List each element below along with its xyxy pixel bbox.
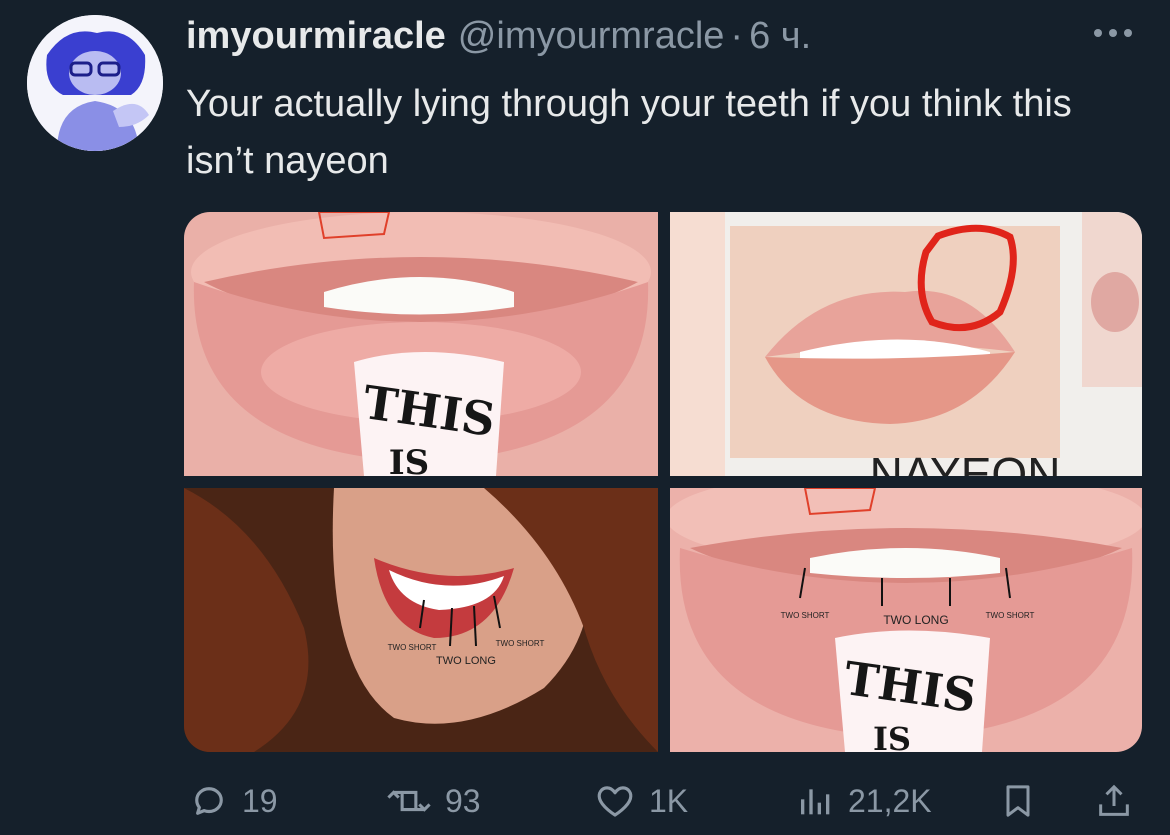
- separator-dot: ·: [730, 15, 744, 57]
- tweet-header: imyourmiracle @imyourmracle · 6 ч.: [186, 14, 811, 58]
- retweet-icon: [385, 780, 433, 822]
- label-two-long: TWO LONG: [436, 655, 496, 667]
- reply-button[interactable]: 19: [188, 780, 278, 822]
- display-name[interactable]: imyourmiracle: [186, 14, 446, 58]
- retweet-count: 93: [445, 782, 481, 819]
- views-chart-icon: [796, 780, 836, 822]
- views-count: 21,2K: [848, 782, 932, 819]
- bookmark-button[interactable]: [998, 780, 1038, 822]
- smiling-face-labeled-bottom-left[interactable]: TWO SHORT TWO LONG TWO SHORT: [184, 488, 658, 752]
- views-button[interactable]: 21,2K: [796, 780, 932, 822]
- reply-icon: [188, 780, 230, 822]
- avatar-image: [27, 15, 163, 151]
- lips-labeled-this-is-bottom-right[interactable]: TWO SHORT TWO LONG TWO SHORT THIS IS: [670, 488, 1142, 752]
- sign-word-is: IS: [389, 443, 429, 476]
- lips-circled-nayeon-top-right[interactable]: NAYEON: [670, 212, 1142, 476]
- like-button[interactable]: 1K: [593, 780, 688, 822]
- share-button[interactable]: [1094, 780, 1134, 822]
- reply-count: 19: [242, 782, 278, 819]
- caption-nayeon: NAYEON: [870, 448, 1061, 476]
- share-icon: [1094, 780, 1134, 822]
- user-handle[interactable]: @imyourmracle: [458, 14, 725, 58]
- bookmark-icon: [998, 780, 1038, 822]
- label-two-short-left: TWO SHORT: [781, 611, 830, 620]
- retweet-button[interactable]: 93: [385, 780, 481, 822]
- sign-word-is: IS: [873, 720, 911, 752]
- label-two-short-left: TWO SHORT: [388, 643, 437, 652]
- more-horizontal-icon[interactable]: [1088, 18, 1138, 48]
- timestamp[interactable]: 6 ч.: [749, 14, 811, 58]
- label-two-long: TWO LONG: [883, 613, 948, 627]
- label-two-short-right: TWO SHORT: [986, 611, 1035, 620]
- tweet-text: Your actually lying through your teeth i…: [186, 83, 1072, 182]
- like-count: 1K: [649, 782, 689, 819]
- media-grid[interactable]: THIS IS NAYEON TWO SHORT TWO LONG TWO SH…: [184, 212, 1142, 752]
- label-two-short-right: TWO SHORT: [496, 639, 545, 648]
- avatar[interactable]: [27, 15, 163, 151]
- action-bar: 19 93 1K 21,2K: [0, 772, 1170, 832]
- heart-icon: [593, 780, 637, 822]
- lips-this-is-top-left[interactable]: THIS IS: [184, 212, 658, 476]
